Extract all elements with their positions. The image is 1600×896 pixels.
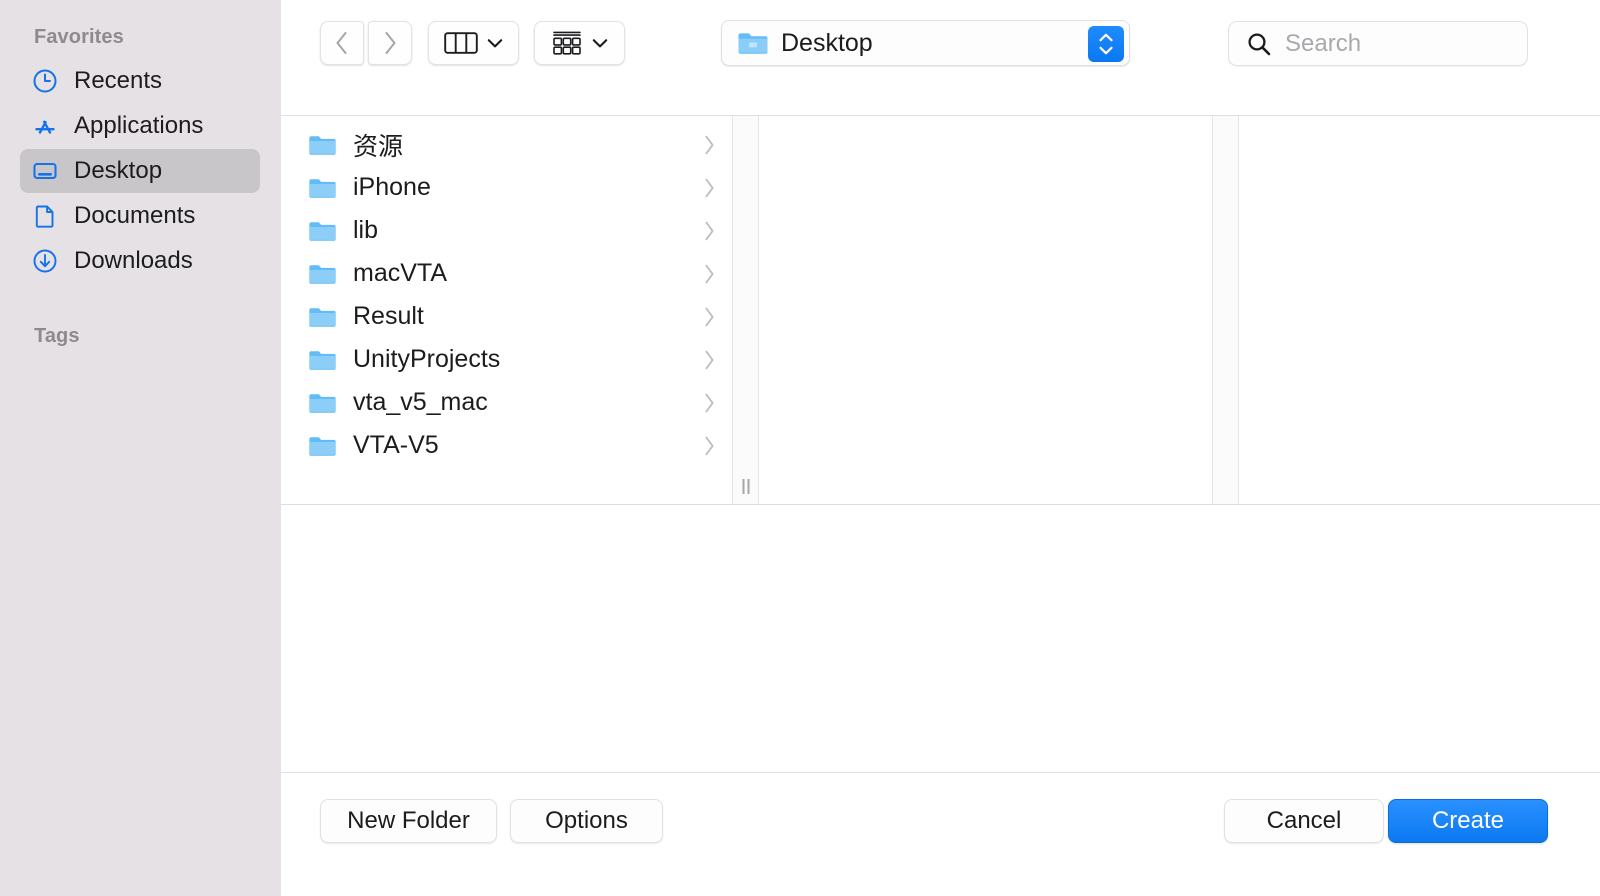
cancel-button[interactable]: Cancel [1224, 799, 1384, 843]
resize-grip-icon[interactable] [742, 479, 749, 494]
file-name: Result [353, 302, 424, 330]
chevron-right-icon [705, 350, 714, 369]
group-by-icon [553, 31, 581, 55]
file-row[interactable]: macVTA [281, 252, 732, 295]
new-folder-button[interactable]: New Folder [320, 799, 497, 843]
sidebar-item-label: Desktop [74, 157, 163, 184]
sidebar-item-label: Downloads [74, 247, 193, 274]
search-icon [1248, 32, 1271, 55]
file-name: vta_v5_mac [353, 388, 488, 416]
file-name: 资源 [353, 132, 404, 161]
main-panel: Desktop Search 资源 iPhone lib macVTA Resu… [281, 0, 1600, 896]
search-input[interactable] [1285, 29, 1505, 58]
file-browser: 资源 iPhone lib macVTA Result UnityProjects vta_… [281, 115, 1600, 505]
file-row[interactable]: vta_v5_mac [281, 381, 732, 424]
sidebar-item-recents[interactable]: Recents [20, 59, 260, 103]
folder-icon [309, 221, 336, 241]
back-button[interactable] [320, 21, 364, 65]
column-view-icon [444, 32, 478, 54]
chevron-down-icon [487, 38, 503, 47]
file-name: VTA-V5 [353, 431, 439, 459]
extra-column [1239, 116, 1600, 504]
chevron-right-icon [705, 264, 714, 283]
path-popup-button[interactable]: Desktop [721, 20, 1130, 66]
chevron-right-icon [705, 221, 714, 240]
folder-icon [309, 393, 336, 413]
file-row[interactable]: 资源 [281, 123, 732, 166]
sidebar-item-label: Documents [74, 202, 196, 229]
chevron-right-icon [705, 178, 714, 197]
sidebar-section-favorites: Favorites [34, 26, 124, 48]
sidebar-item-applications[interactable]: Applications [20, 104, 260, 148]
preview-column [759, 116, 1213, 504]
sidebar-section-tags: Tags [34, 325, 80, 347]
chevron-right-icon [385, 32, 396, 54]
chevron-down-icon [592, 38, 608, 47]
sidebar-item-downloads[interactable]: Downloads [20, 239, 260, 283]
preview-column-scrollbar[interactable] [1213, 116, 1239, 504]
chevron-right-icon [705, 307, 714, 326]
create-button[interactable]: Create [1388, 799, 1548, 843]
search-field[interactable] [1228, 21, 1528, 66]
folder-icon [738, 33, 768, 54]
toolbar: Desktop [281, 0, 1600, 115]
file-name: iPhone [353, 173, 431, 201]
path-popup-label: Desktop [781, 28, 873, 57]
clock-icon [31, 67, 59, 95]
file-row[interactable]: UnityProjects [281, 338, 732, 381]
folder-icon [309, 135, 336, 155]
sidebar: Favorites Recents Applications Desktop D… [0, 0, 281, 896]
file-list-scrollbar[interactable] [733, 116, 759, 504]
chevron-right-icon [705, 436, 714, 455]
sidebar-item-label: Applications [74, 112, 204, 139]
chevron-left-icon [336, 32, 347, 54]
group-by-button[interactable] [534, 21, 625, 65]
sidebar-item-documents[interactable]: Documents [20, 194, 260, 238]
document-icon [31, 202, 59, 230]
download-icon [31, 247, 59, 275]
file-name: UnityProjects [353, 345, 501, 373]
file-row[interactable]: lib [281, 209, 732, 252]
folder-icon [309, 178, 336, 198]
folder-icon [309, 264, 336, 284]
chevron-right-icon [705, 135, 714, 154]
folder-icon [309, 350, 336, 370]
chevron-right-icon [705, 393, 714, 412]
file-row[interactable]: iPhone [281, 166, 732, 209]
accessory-options-panel: Source Control: Create Git repository on… [281, 505, 1600, 772]
save-dialog-window: Favorites Recents Applications Desktop D… [0, 0, 1600, 896]
desktop-icon [31, 157, 59, 185]
file-list-column[interactable]: 资源 iPhone lib macVTA Result UnityProjects vta_… [281, 116, 733, 504]
folder-icon [309, 307, 336, 327]
file-row[interactable]: VTA-V5 [281, 424, 732, 467]
options-button[interactable]: Options [510, 799, 663, 843]
appstore-icon [31, 112, 59, 140]
file-name: macVTA [353, 259, 447, 287]
view-mode-button[interactable] [428, 21, 519, 65]
stepper-updown-icon[interactable] [1088, 26, 1124, 62]
file-name: lib [353, 216, 379, 244]
dialog-footer: New Folder Options Cancel Create [281, 772, 1600, 896]
file-row[interactable]: Result [281, 295, 732, 338]
sidebar-item-label: Recents [74, 67, 163, 94]
forward-button[interactable] [368, 21, 412, 65]
sidebar-item-desktop[interactable]: Desktop [20, 149, 260, 193]
folder-icon [309, 436, 336, 456]
